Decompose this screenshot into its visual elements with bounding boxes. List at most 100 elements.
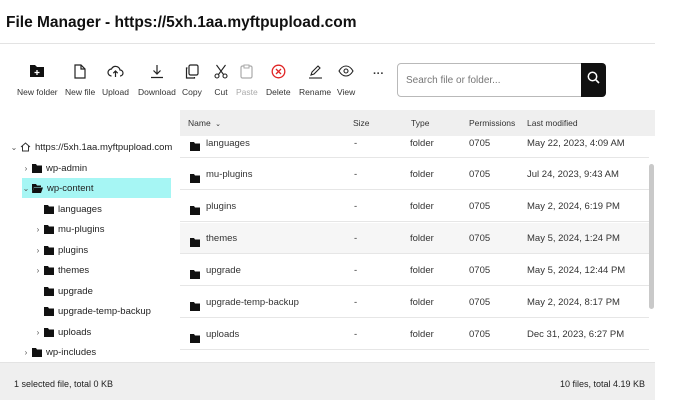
new-file-button[interactable]: New file (65, 62, 95, 97)
copy-label: Copy (182, 87, 202, 97)
tree-item-upgrade[interactable]: upgrade (34, 281, 93, 301)
table-row[interactable]: uploads - folder 0705 Dec 31, 2023, 6:27… (180, 319, 649, 350)
folder-icon (44, 245, 54, 255)
file-name: upgrade (206, 265, 241, 276)
copy-button[interactable]: Copy (182, 62, 202, 97)
tree-item-label: upgrade-temp-backup (58, 305, 151, 317)
new-file-label: New file (65, 87, 96, 97)
search-input[interactable] (397, 63, 582, 97)
delete-label: Delete (266, 87, 291, 97)
table-scrollbar[interactable] (649, 164, 654, 309)
more-icon: ··· (373, 68, 384, 80)
rename-button[interactable]: Rename (299, 62, 331, 97)
view-label: View (337, 87, 356, 97)
delete-button[interactable]: Delete (266, 62, 291, 97)
folder-icon (32, 347, 42, 357)
folder-icon (44, 286, 54, 296)
table-row[interactable]: upgrade - folder 0705 May 5, 2024, 12:44… (180, 255, 649, 286)
table-row[interactable]: mu-plugins - folder 0705 Jul 24, 2023, 9… (180, 159, 649, 190)
file-name: upgrade-temp-backup (206, 297, 299, 308)
folder-icon (32, 163, 42, 173)
chevron-right-icon: › (36, 224, 40, 234)
column-header-name[interactable]: Name ⌄ (188, 118, 221, 128)
folder-icon (190, 170, 200, 188)
tree-item-plugins[interactable]: › plugins (34, 240, 88, 260)
tree-item-wp-admin[interactable]: › wp-admin (22, 158, 88, 178)
folder-icon (44, 204, 54, 214)
tree-item-upgrade-temp-backup[interactable]: upgrade-temp-backup (34, 301, 151, 321)
file-permissions: 0705 (469, 233, 491, 244)
table-row[interactable]: themes - folder 0705 May 5, 2024, 1:24 P… (180, 223, 649, 254)
search-button[interactable] (581, 63, 606, 97)
file-type: folder (410, 138, 434, 149)
file-permissions: 0705 (469, 265, 491, 276)
status-bar: 1 selected file, total 0 KB 10 files, to… (0, 362, 655, 400)
file-size: - (354, 169, 358, 180)
tree-item-label: themes (58, 264, 90, 276)
file-modified: Jul 24, 2023, 9:43 AM (527, 169, 619, 180)
chevron-right-icon: › (36, 245, 40, 255)
paste-button[interactable]: Paste (236, 62, 258, 97)
folder-icon (44, 224, 54, 234)
tree-item-languages[interactable]: languages (34, 199, 102, 219)
folder-tree: ⌄ https://5xh.1aa.myftpupload.com › wp-a… (0, 137, 172, 362)
new-file-icon (71, 62, 89, 80)
tree-item-wp-content[interactable]: ⌄ wp-content (22, 178, 171, 198)
download-button[interactable]: Download (138, 62, 176, 97)
tree-item-uploads[interactable]: › uploads (34, 322, 92, 342)
more-button[interactable]: ··· (373, 68, 384, 80)
folder-icon (190, 298, 200, 316)
paste-icon (238, 62, 256, 80)
column-header-modified[interactable]: Last modified (527, 118, 578, 128)
file-permissions: 0705 (469, 329, 491, 340)
view-button[interactable]: View (337, 62, 355, 97)
folder-icon (190, 138, 200, 156)
file-size: - (354, 265, 358, 276)
table-row[interactable]: plugins - folder 0705 May 2, 2024, 6:19 … (180, 191, 649, 222)
column-header-type[interactable]: Type (411, 118, 429, 128)
chevron-right-icon: › (36, 327, 40, 337)
column-header-permissions[interactable]: Permissions (469, 118, 515, 128)
file-modified: May 5, 2024, 12:44 PM (527, 265, 626, 276)
file-name: plugins (206, 201, 237, 212)
folder-icon (190, 266, 200, 284)
cut-button[interactable]: Cut (212, 62, 230, 97)
tree-item-themes[interactable]: › themes (34, 260, 90, 280)
table-row[interactable]: upgrade-temp-backup - folder 0705 May 2,… (180, 287, 649, 318)
download-label: Download (138, 87, 176, 97)
chevron-right-icon: › (36, 265, 40, 275)
tree-root-label: https://5xh.1aa.myftpupload.com (35, 141, 172, 153)
tree-item-label: upgrade (58, 285, 93, 297)
tree-item-wp-includes[interactable]: › wp-includes (22, 342, 97, 362)
file-modified: May 2, 2024, 6:19 PM (527, 201, 620, 212)
rename-label: Rename (299, 87, 332, 97)
page-title: File Manager - https://5xh.1aa.myftpuplo… (6, 14, 357, 31)
file-size: - (354, 297, 358, 308)
new-folder-label: New folder (17, 87, 58, 97)
upload-button[interactable]: Upload (102, 62, 129, 97)
eye-icon (337, 62, 355, 80)
file-permissions: 0705 (469, 201, 491, 212)
file-modified: May 5, 2024, 1:24 PM (527, 233, 620, 244)
title-divider (0, 43, 655, 44)
tree-item-mu-plugins[interactable]: › mu-plugins (34, 219, 105, 239)
tree-item-label: uploads (58, 326, 92, 338)
tree-root[interactable]: ⌄ https://5xh.1aa.myftpupload.com (10, 137, 172, 157)
folder-icon (44, 306, 54, 316)
file-modified: Dec 31, 2023, 6:27 PM (527, 329, 625, 340)
tree-item-label: mu-plugins (58, 223, 105, 235)
new-folder-button[interactable]: New folder (17, 62, 58, 97)
file-permissions: 0705 (469, 297, 491, 308)
selection-summary: 1 selected file, total 0 KB (14, 379, 114, 389)
chevron-down-icon: ⌄ (10, 142, 18, 152)
search-icon (587, 71, 600, 89)
folder-icon (44, 327, 54, 337)
scissors-icon (212, 62, 230, 80)
file-size: - (354, 138, 358, 149)
delete-icon (269, 62, 287, 80)
table-row[interactable]: languages - folder 0705 May 22, 2023, 4:… (180, 128, 649, 158)
home-icon (20, 142, 31, 152)
file-modified: May 22, 2023, 4:09 AM (527, 138, 625, 149)
column-header-size[interactable]: Size (353, 118, 370, 128)
chevron-right-icon: › (24, 347, 28, 357)
